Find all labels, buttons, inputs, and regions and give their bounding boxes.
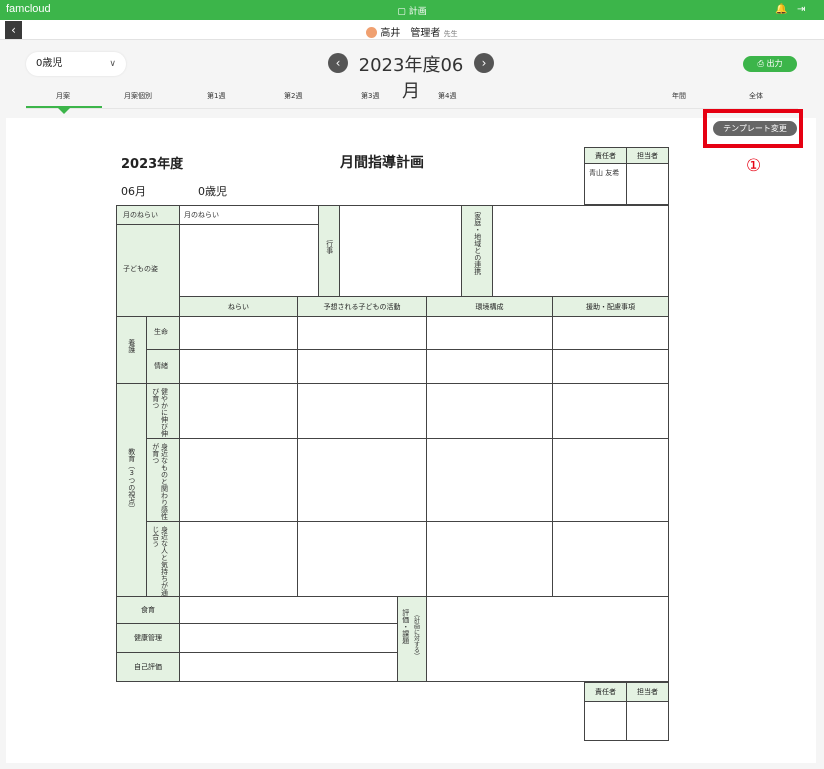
in-charge-header-bottom: 担当者	[626, 682, 669, 702]
monthly-aim-header: 月のねらい	[116, 205, 180, 225]
doc-month: 06月	[121, 185, 146, 198]
responsible-cell[interactable]: 青山 友希	[584, 163, 627, 205]
print-button[interactable]: ⎙ 出力	[743, 56, 797, 72]
emotion-activity-cell[interactable]	[297, 349, 427, 384]
view1-environment-cell[interactable]	[426, 383, 553, 439]
view2-activity-cell[interactable]	[297, 438, 427, 522]
evaluation-header: 評価・課題 （計画に対する）	[397, 596, 427, 682]
self-eval-cell[interactable]	[179, 652, 398, 682]
view1-activity-cell[interactable]	[297, 383, 427, 439]
view2-header: 身近なものと関わり感性が育つ	[146, 438, 180, 522]
life-activity-cell[interactable]	[297, 316, 427, 350]
evaluation-cell[interactable]	[426, 596, 669, 682]
emotion-support-cell[interactable]	[552, 349, 669, 384]
emotion-header: 情緒	[146, 349, 180, 384]
life-environment-cell[interactable]	[426, 316, 553, 350]
view3-support-cell[interactable]	[552, 521, 669, 597]
view3-aim-cell[interactable]	[179, 521, 298, 597]
food-cell[interactable]	[179, 596, 398, 624]
printer-icon: ⎙	[757, 59, 764, 68]
life-aim-cell[interactable]	[179, 316, 298, 350]
tab-week3[interactable]: 第3週	[361, 91, 379, 101]
age-select[interactable]: 0歳児 ∨	[26, 52, 126, 76]
responsible-name: 青山 友希	[589, 169, 620, 177]
life-header: 生命	[146, 316, 180, 350]
tab-week2[interactable]: 第2週	[284, 91, 302, 101]
col-support: 援助・配慮事項	[552, 296, 669, 317]
view1-aim-cell[interactable]	[179, 383, 298, 439]
logout-icon[interactable]: ⇥	[797, 4, 805, 15]
view1-header: 健やかに伸び伸び育つ	[146, 383, 180, 439]
tab-monthly[interactable]: 月案	[56, 91, 70, 101]
in-charge-cell[interactable]	[626, 163, 669, 205]
top-title: ▢ 計画	[397, 7, 427, 17]
top-bar: famcloud ▢ 計画 🔔 ⇥	[0, 0, 824, 20]
chevron-right-icon: ›	[481, 56, 487, 70]
family-header: 家庭・地域との連携	[461, 205, 493, 297]
child-state-cell[interactable]	[179, 224, 319, 297]
view3-activity-cell[interactable]	[297, 521, 427, 597]
health-header: 健康管理	[116, 623, 180, 653]
responsible-header-bottom: 責任者	[584, 682, 627, 702]
responsible-cell-bottom[interactable]	[584, 701, 627, 741]
prev-month-button[interactable]: ‹	[328, 53, 348, 73]
child-state-header: 子どもの姿	[116, 224, 180, 317]
tab-week4[interactable]: 第4週	[438, 91, 456, 101]
view3-header: 身近な人と気持ちが通じ合う	[146, 521, 180, 597]
view1-support-cell[interactable]	[552, 383, 669, 439]
emotion-environment-cell[interactable]	[426, 349, 553, 384]
in-charge-header: 担当者	[626, 147, 669, 164]
emotion-aim-cell[interactable]	[179, 349, 298, 384]
col-environment: 環境構成	[426, 296, 553, 317]
events-header: 行事	[318, 205, 340, 297]
chevron-left-icon: ‹	[335, 56, 341, 70]
tab-overall[interactable]: 全体	[749, 91, 763, 101]
education-header: 教育（3つの視点）	[116, 383, 147, 597]
chevron-down-icon: ∨	[109, 59, 116, 69]
events-cell[interactable]	[339, 205, 462, 297]
view2-support-cell[interactable]	[552, 438, 669, 522]
active-tab-pointer	[58, 108, 70, 114]
view2-environment-cell[interactable]	[426, 438, 553, 522]
user-suffix: 先生	[443, 30, 458, 38]
avatar	[366, 27, 378, 38]
clipboard-icon: ▢	[397, 7, 406, 17]
tab-monthly-individual[interactable]: 月案個別	[124, 91, 152, 101]
responsible-header: 責任者	[584, 147, 627, 164]
user-info: 高井 管理者 先生	[0, 24, 824, 39]
tab-annual[interactable]: 年間	[672, 91, 686, 101]
health-cell[interactable]	[179, 623, 398, 653]
user-name: 高井 管理者	[380, 28, 441, 39]
tab-divider	[26, 108, 798, 109]
food-header: 食育	[116, 596, 180, 624]
bell-icon[interactable]: 🔔	[775, 4, 787, 15]
next-month-button[interactable]: ›	[474, 53, 494, 73]
self-eval-header: 自己評価	[116, 652, 180, 682]
user-bar: ‹ 高井 管理者 先生	[0, 20, 824, 40]
doc-title: 月間指導計画	[340, 155, 424, 171]
doc-year: 2023年度	[121, 157, 184, 172]
family-cell[interactable]	[492, 205, 669, 297]
care-header: 養護	[116, 316, 147, 384]
annotation-marker: ①	[746, 156, 762, 176]
tab-week1[interactable]: 第1週	[207, 91, 225, 101]
monthly-aim-cell[interactable]: 月のねらい	[179, 205, 319, 225]
template-change-button[interactable]: テンプレート変更	[713, 121, 797, 136]
in-charge-cell-bottom[interactable]	[626, 701, 669, 741]
view3-environment-cell[interactable]	[426, 521, 553, 597]
col-activity: 予想される子どもの活動	[297, 296, 427, 317]
life-support-cell[interactable]	[552, 316, 669, 350]
col-aim: ねらい	[179, 296, 298, 317]
doc-age: 0歳児	[198, 185, 227, 198]
view2-aim-cell[interactable]	[179, 438, 298, 522]
